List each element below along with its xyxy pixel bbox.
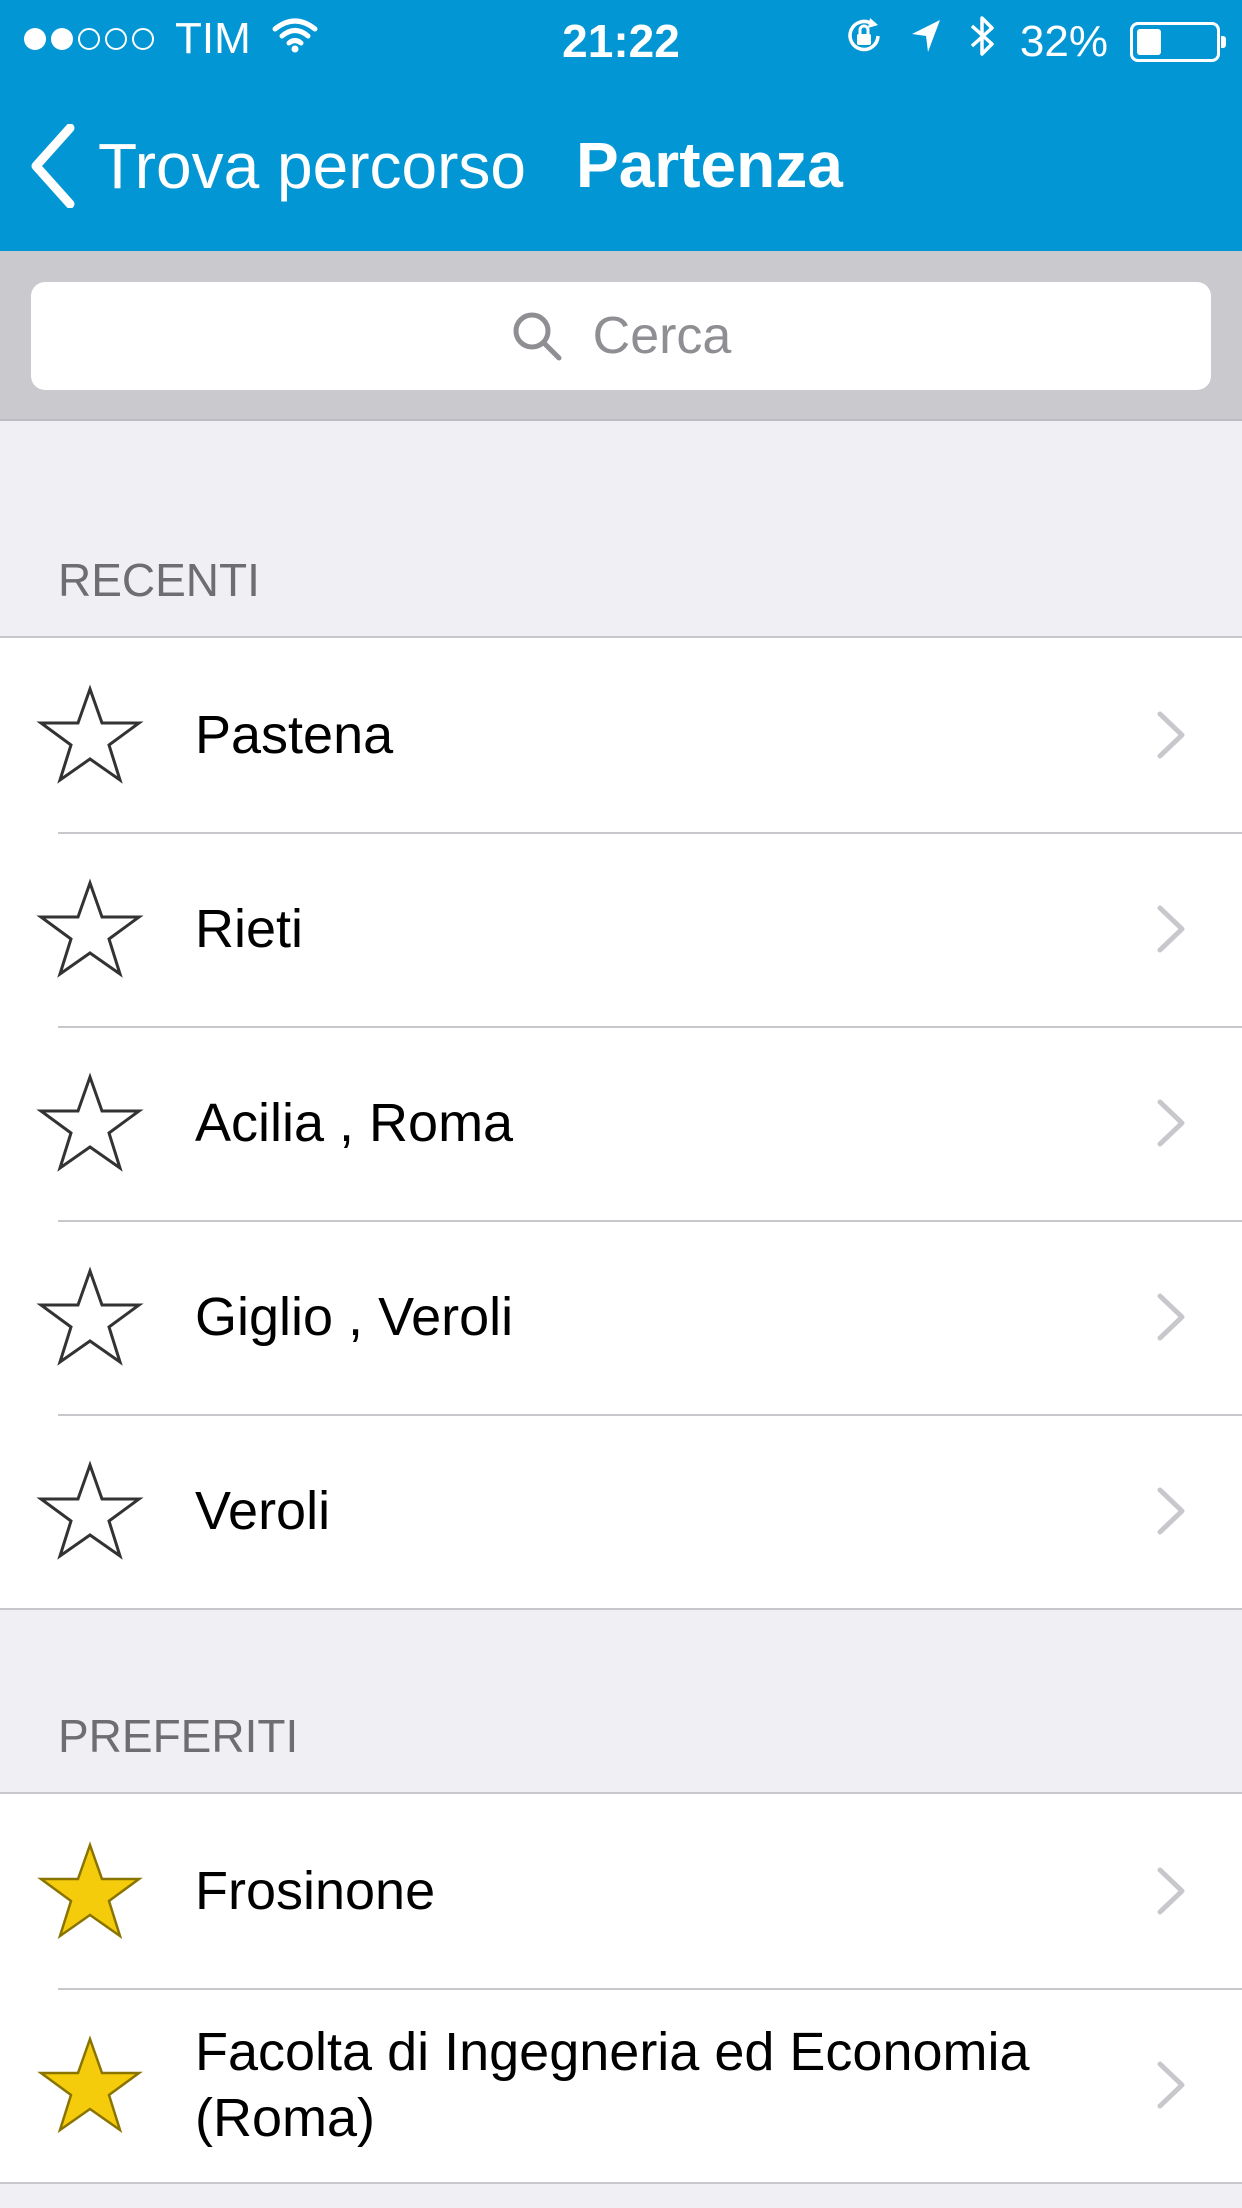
star-filled-icon[interactable] — [36, 1839, 144, 1943]
list-item[interactable]: Acilia , Roma — [0, 1026, 1242, 1220]
list-item[interactable]: Veroli — [0, 1414, 1242, 1608]
page-title: Partenza — [576, 129, 843, 201]
chevron-right-icon — [1157, 711, 1185, 759]
list-item-label: Veroli — [195, 1481, 331, 1541]
section-header-favorites: PREFERITI — [58, 1710, 299, 1762]
header-bar: TIM 21:22 32% Trova percorso Partenza — [0, 0, 1242, 251]
list-item-label: Acilia , Roma — [195, 1093, 514, 1153]
list-item-label: Facolta di Ingegneria ed Economia (Roma) — [195, 2022, 1030, 2148]
list-item[interactable]: Facolta di Ingegneria ed Economia (Roma) — [0, 1988, 1242, 2182]
chevron-right-icon — [1157, 1487, 1185, 1535]
star-outline-icon[interactable] — [36, 1265, 144, 1369]
section-header-recent: RECENTI — [58, 554, 260, 606]
list-item[interactable]: Giglio , Veroli — [0, 1220, 1242, 1414]
navigation-bar: Trova percorso Partenza — [0, 84, 1242, 251]
list-item-label: Giglio , Veroli — [195, 1287, 514, 1347]
back-button-label: Trova percorso — [98, 130, 526, 202]
chevron-right-icon — [1157, 905, 1185, 953]
bluetooth-icon — [966, 12, 998, 71]
status-bar: TIM 21:22 32% — [0, 0, 1242, 84]
chevron-left-icon — [31, 124, 75, 208]
star-outline-icon[interactable] — [36, 683, 144, 787]
search-placeholder: Cerca — [592, 307, 732, 365]
chevron-right-icon — [1157, 2061, 1185, 2109]
star-outline-icon[interactable] — [36, 877, 144, 981]
battery-icon — [1130, 21, 1226, 62]
star-filled-icon[interactable] — [36, 2033, 144, 2137]
list-item[interactable]: Frosinone — [0, 1794, 1242, 1988]
battery-percentage: 32% — [1019, 16, 1108, 66]
list-item-label: Pastena — [195, 705, 394, 765]
search-icon — [513, 312, 562, 361]
chevron-right-icon — [1157, 1867, 1185, 1915]
chevron-right-icon — [1157, 1099, 1185, 1147]
location-arrow-icon — [908, 16, 944, 67]
back-button[interactable]: Trova percorso — [30, 124, 526, 208]
chevron-right-icon — [1157, 1293, 1185, 1341]
favorites-list: Frosinone Facolta di Ingegneria ed Econo… — [0, 1792, 1242, 2184]
recent-list: Pastena Rieti Acilia , Roma Giglio , Ver… — [0, 636, 1242, 1610]
list-item-label: Frosinone — [195, 1861, 436, 1921]
list-item[interactable]: Rieti — [0, 832, 1242, 1026]
battery-fill — [1137, 28, 1162, 55]
star-outline-icon[interactable] — [36, 1071, 144, 1175]
search-input[interactable]: Cerca — [31, 282, 1211, 390]
search-bar: Cerca — [0, 251, 1242, 421]
star-outline-icon[interactable] — [36, 1459, 144, 1563]
list-item-label: Rieti — [195, 899, 304, 959]
list-item[interactable]: Pastena — [0, 638, 1242, 832]
rotation-lock-icon — [842, 14, 886, 69]
